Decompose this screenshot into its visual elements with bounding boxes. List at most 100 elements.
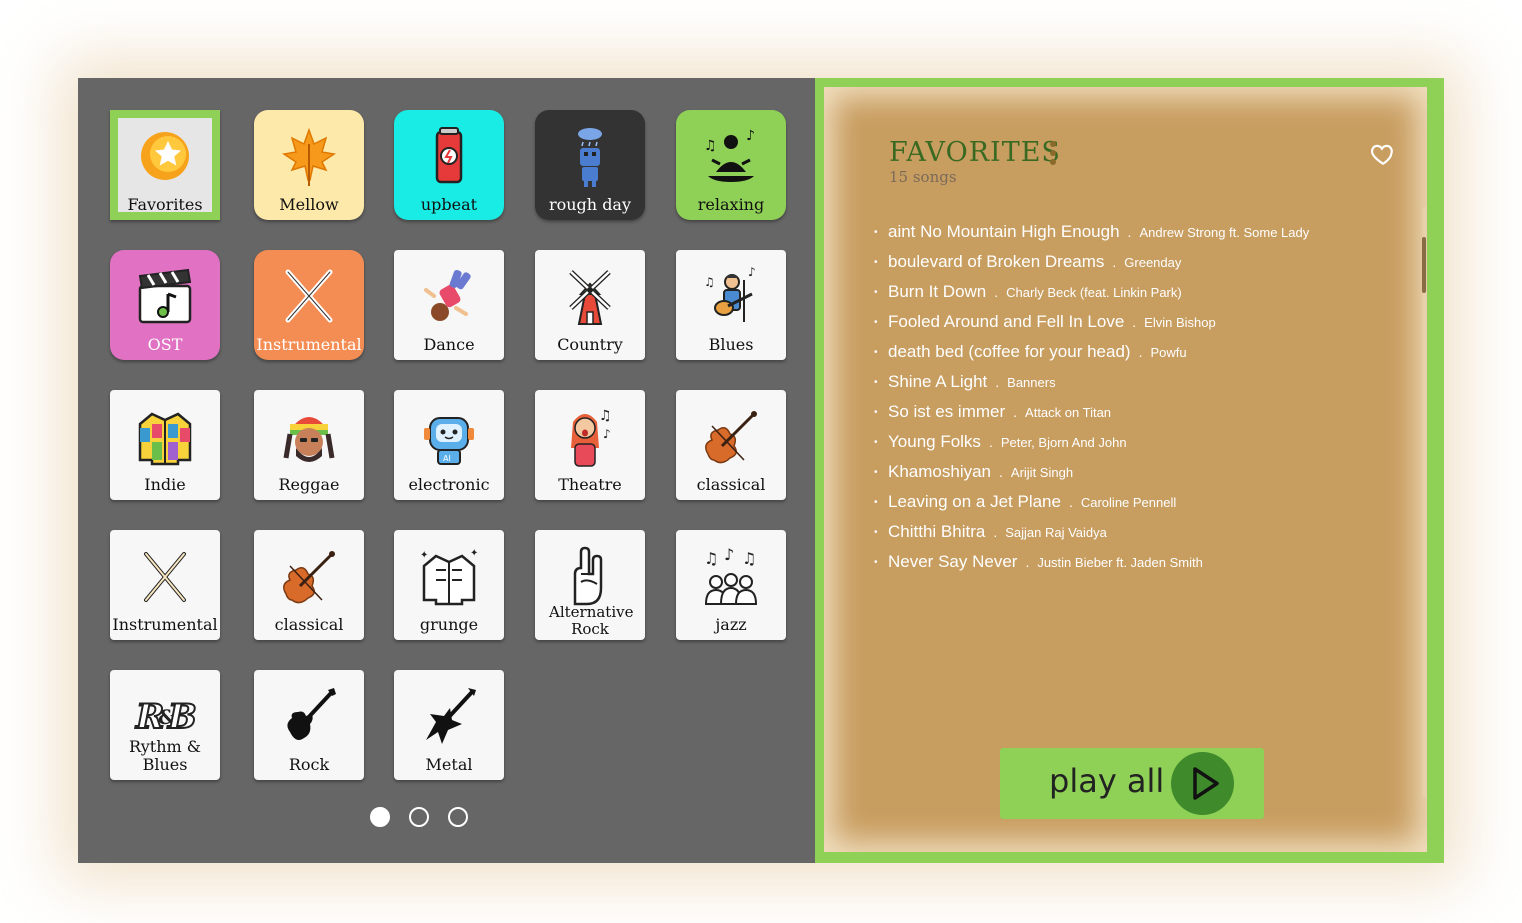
svg-text:♫: ♫ xyxy=(704,275,715,289)
category-tile-metal[interactable]: Metal xyxy=(394,670,504,780)
category-label: Instrumental xyxy=(256,335,362,354)
category-tile-indie[interactable]: Indie xyxy=(110,390,220,500)
play-icon xyxy=(1193,767,1219,800)
rasta-man-icon xyxy=(283,417,335,462)
star-badge-icon xyxy=(141,132,189,180)
song-artist: Andrew Strong ft. Some Lady xyxy=(1139,225,1310,240)
song-row[interactable]: • Burn It Down. Charly Beck (feat. Linkin … xyxy=(874,277,1394,307)
category-tile-rock[interactable]: Rock xyxy=(254,670,364,780)
choir-notes-icon: ♫ ♪ ♫ xyxy=(704,545,758,605)
bullet: • xyxy=(874,496,878,508)
bullet: • xyxy=(874,316,878,328)
violin-icon xyxy=(705,411,757,464)
category-label: upbeat xyxy=(420,195,478,214)
category-tile-electronic[interactable]: AI electronic xyxy=(394,390,504,500)
svg-text:✦: ✦ xyxy=(420,550,428,561)
song-title: Chitthi Bhitra xyxy=(888,522,986,541)
song-artist: Attack on Titan xyxy=(1025,405,1112,420)
category-tile-upbeat[interactable]: upbeat xyxy=(394,110,504,220)
song-row[interactable]: • So ist es immer. Attack on Titan xyxy=(874,397,1394,427)
breakdancer-icon xyxy=(424,269,471,321)
category-label: Theatre xyxy=(558,475,622,494)
category-tile-mellow[interactable]: Mellow xyxy=(254,110,364,220)
category-tile-instrumental[interactable]: Instrumental xyxy=(254,250,364,360)
clapperboard-note-icon xyxy=(138,268,192,324)
song-artist: Greenday xyxy=(1124,255,1182,270)
page-dot[interactable] xyxy=(448,807,468,827)
song-row[interactable]: • Khamoshiyan. Arijit Singh xyxy=(874,457,1394,487)
category-label: Instrumental xyxy=(112,615,218,634)
category-tile-instrumental[interactable]: Instrumental xyxy=(110,530,220,640)
playlist-title: FAVORITES xyxy=(889,137,1061,168)
denim-jacket-icon: ✦ ✦ xyxy=(420,548,478,606)
song-row[interactable]: • Leaving on a Jet Plane. Caroline Pennell xyxy=(874,487,1394,517)
category-label: classical xyxy=(696,475,766,494)
song-artist: Arijit Singh xyxy=(1010,465,1074,480)
song-row[interactable]: • Shine A Light. Banners xyxy=(874,367,1394,397)
heart-icon[interactable] xyxy=(1370,141,1396,167)
category-tile-favorites[interactable]: Favorites xyxy=(110,110,220,220)
category-label: Mellow xyxy=(279,195,339,214)
separator: . xyxy=(988,434,993,450)
bullet: • xyxy=(874,346,878,358)
category-tile-ost[interactable]: OST xyxy=(110,250,220,360)
category-tile-theatre[interactable]: ♫ ♪ Theatre xyxy=(535,390,645,500)
svg-text:♪: ♪ xyxy=(724,545,734,564)
separator: . xyxy=(994,284,999,300)
category-label: Rock xyxy=(288,755,330,774)
category-tile-rythm-blues[interactable]: R & B Rythm & Blues xyxy=(110,670,220,780)
category-tile-classical[interactable]: classical xyxy=(254,530,364,640)
separator: . xyxy=(1013,404,1018,420)
category-tile-rough-day[interactable]: rough day xyxy=(535,110,645,220)
song-row[interactable]: • aint No Mountain High Enough. Andrew Str… xyxy=(874,217,1394,247)
more-options-icon[interactable] xyxy=(1050,141,1056,167)
song-title: aint No Mountain High Enough xyxy=(888,222,1120,241)
category-tile-grunge[interactable]: ✦ ✦ grunge xyxy=(394,530,504,640)
bullet: • xyxy=(874,556,878,568)
svg-text:♫: ♫ xyxy=(599,408,612,424)
song-title: Khamoshiyan xyxy=(888,462,992,481)
category-label: jazz xyxy=(715,615,747,634)
song-artist: Charly Beck (feat. Linkin Park) xyxy=(1006,285,1182,300)
drumsticks-outline-icon xyxy=(144,552,186,602)
bullet: • xyxy=(874,406,878,418)
song-row[interactable]: • Young Folks. Peter, Bjorn And John xyxy=(874,427,1394,457)
ai-robot-icon: AI xyxy=(424,417,474,465)
scrollbar[interactable] xyxy=(1422,207,1426,797)
song-row[interactable]: • boulevard of Broken Dreams. Greenday xyxy=(874,247,1394,277)
song-row[interactable]: • Never Say Never. Justin Bieber ft. Jaden… xyxy=(874,547,1394,577)
separator: . xyxy=(1138,344,1143,360)
song-title: Leaving on a Jet Plane xyxy=(888,492,1061,511)
playlist-panel: FAVORITES 15 songs • aint No Mountain Hig… xyxy=(815,78,1444,863)
song-title: Shine A Light xyxy=(888,372,988,391)
metal-guitar-icon xyxy=(426,688,476,744)
meditation-music-icon: ♪♫ xyxy=(704,128,755,182)
category-tile-dance[interactable]: Dance xyxy=(394,250,504,360)
scrollbar-thumb[interactable] xyxy=(1422,237,1426,293)
bullet: • xyxy=(874,226,878,238)
bullet: • xyxy=(874,466,878,478)
svg-text:♪: ♪ xyxy=(603,427,611,441)
category-label: classical xyxy=(274,615,344,634)
bullet: • xyxy=(874,256,878,268)
song-title: Fooled Around and Fell In Love xyxy=(888,312,1125,331)
category-tile-alternative-rock[interactable]: Alternative Rock xyxy=(535,530,645,640)
song-row[interactable]: • death bed (coffee for your head). Powfu xyxy=(874,337,1394,367)
category-tile-relaxing[interactable]: ♪ ♫ relaxing xyxy=(676,110,786,220)
song-row[interactable]: • Chitthi Bhitra. Sajjan Raj Vaidya xyxy=(874,517,1394,547)
song-row[interactable]: • Fooled Around and Fell In Love. Elvin Bi… xyxy=(874,307,1394,337)
category-tile-reggae[interactable]: Reggae xyxy=(254,390,364,500)
rock-hand-icon xyxy=(573,546,603,606)
category-tile-country[interactable]: Country xyxy=(535,250,645,360)
song-artist: Elvin Bishop xyxy=(1144,315,1216,330)
play-all-button[interactable]: play all xyxy=(1000,748,1264,819)
category-tile-jazz[interactable]: ♫ ♪ ♫ jazz xyxy=(676,530,786,640)
separator: . xyxy=(1127,224,1132,240)
page-dot[interactable] xyxy=(370,807,390,827)
page-dot[interactable] xyxy=(409,807,429,827)
category-label: Country xyxy=(557,335,623,354)
separator: . xyxy=(1068,494,1073,510)
category-tile-blues[interactable]: ♫ ♪ Blues xyxy=(676,250,786,360)
category-tile-classical[interactable]: classical xyxy=(676,390,786,500)
separator: . xyxy=(993,524,998,540)
